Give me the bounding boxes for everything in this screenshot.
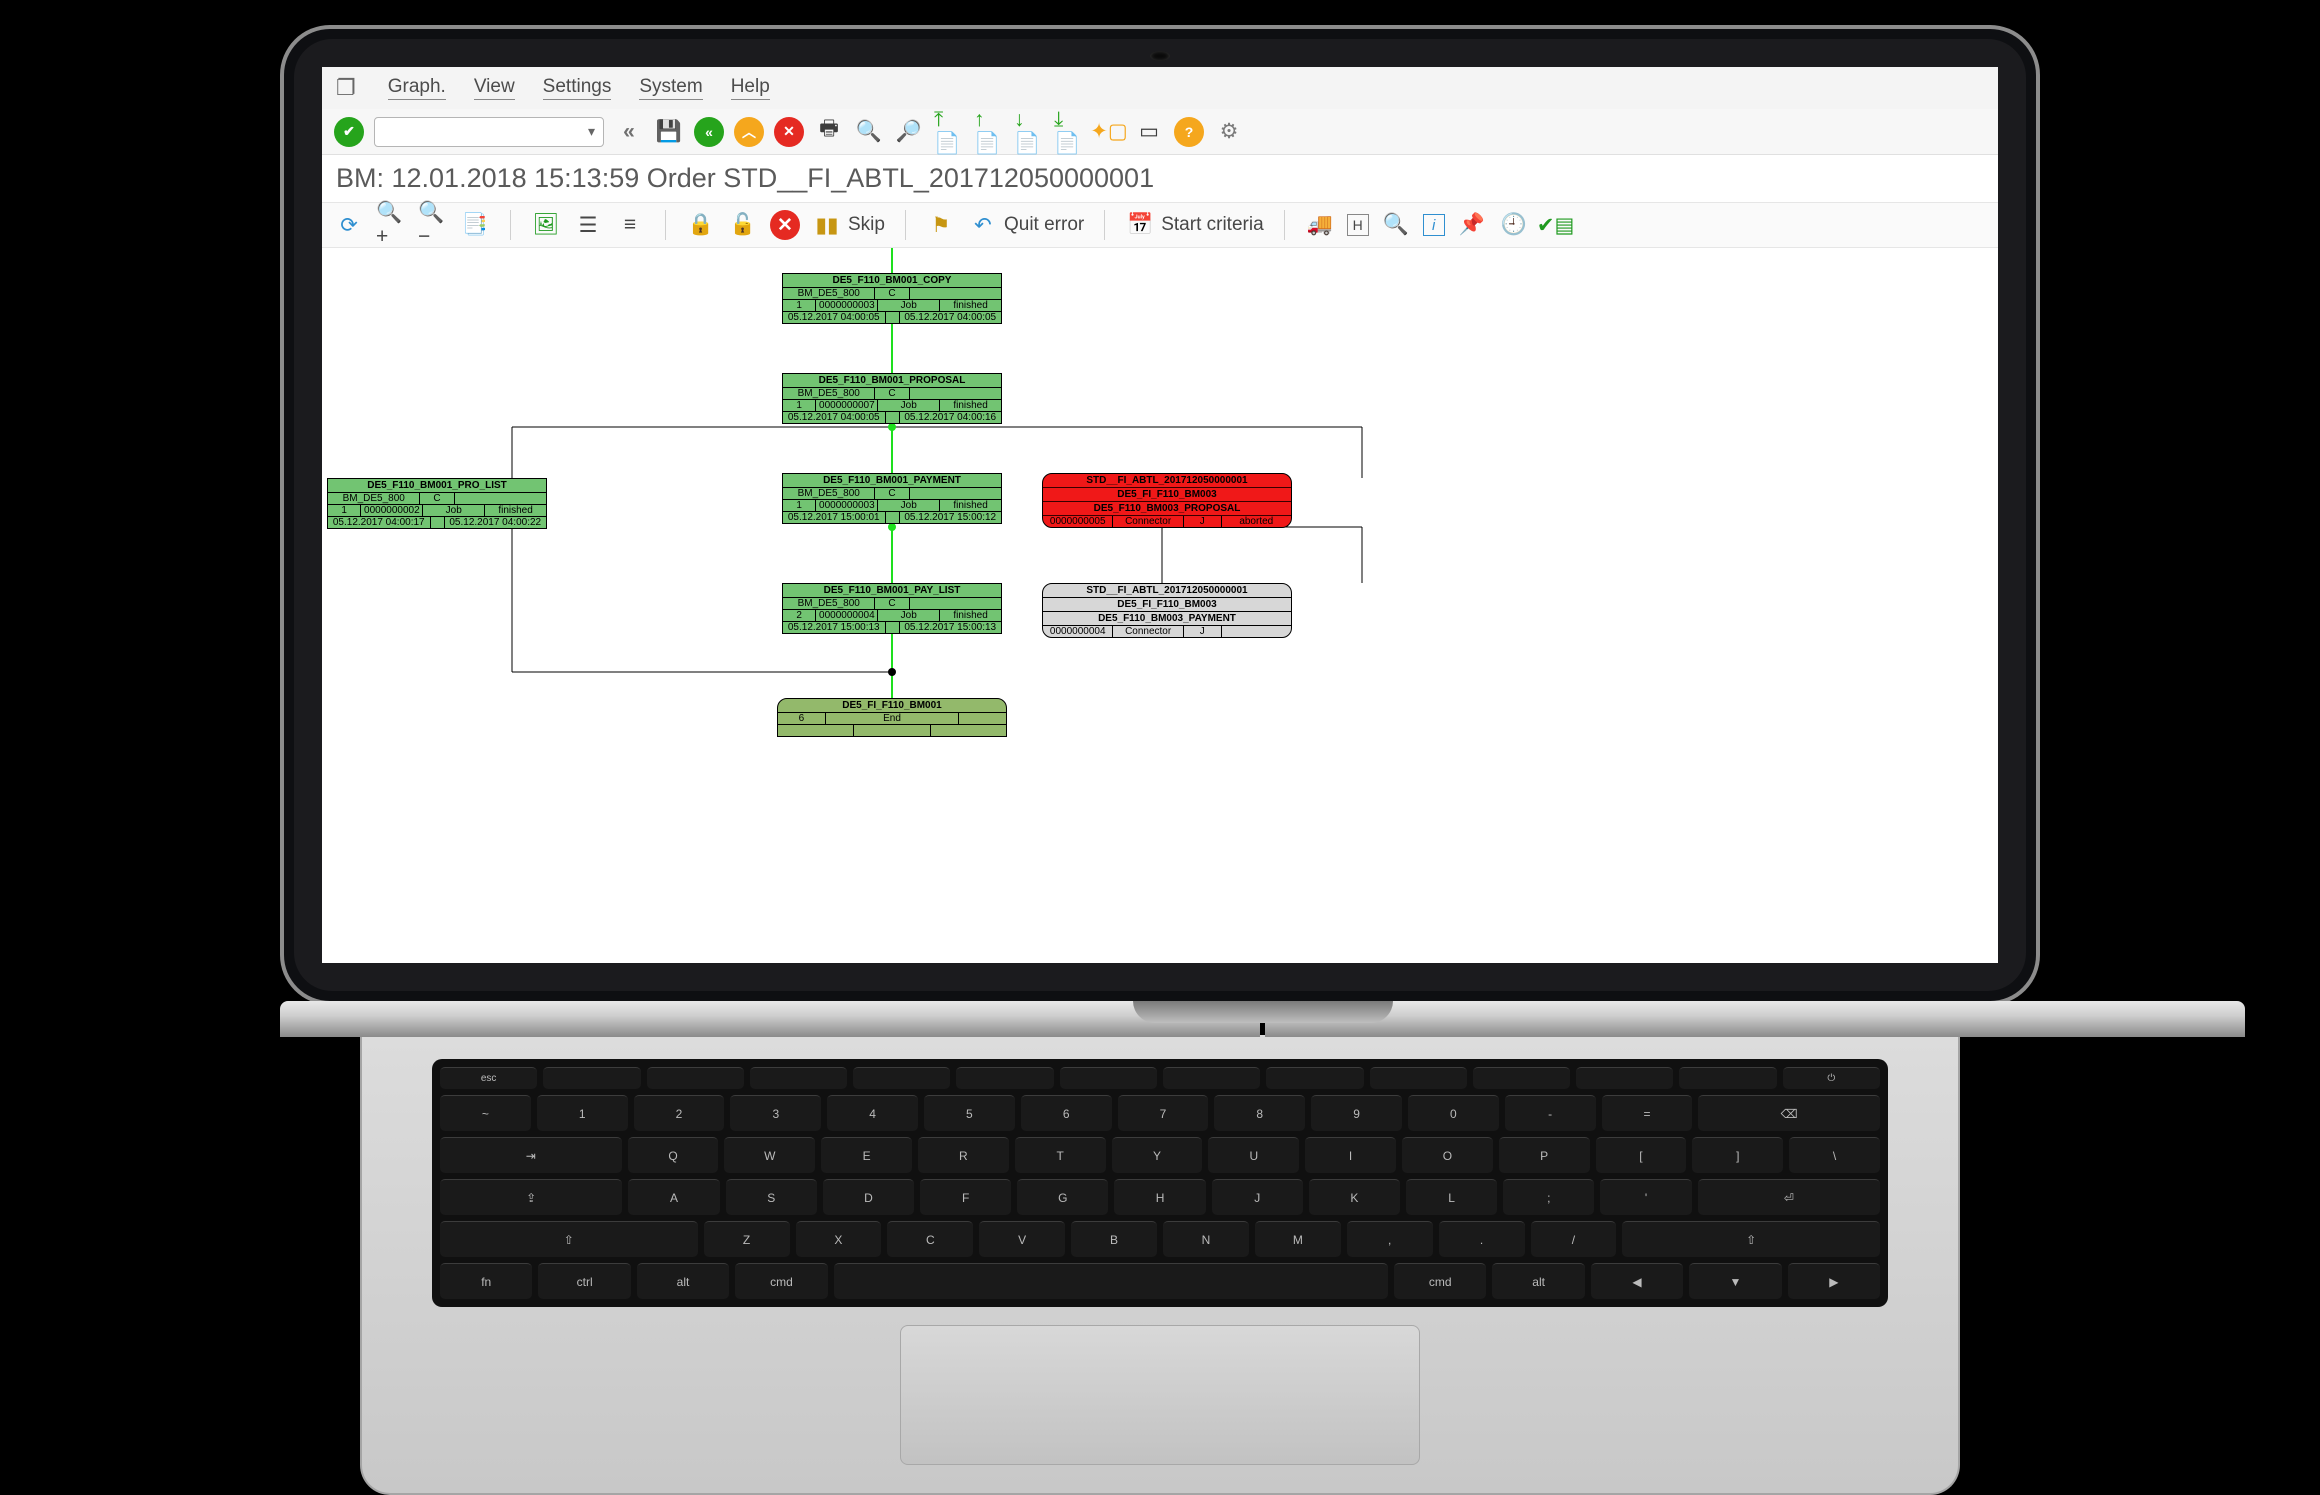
node-pro-list[interactable]: DE5_F110_BM001_PRO_LIST BM_DE5_800C 1000… bbox=[327, 478, 547, 529]
clock-icon[interactable]: 🕘 bbox=[1499, 210, 1529, 240]
laptop-hinge bbox=[280, 1001, 2245, 1037]
keyboard: esc⏻ ~1234567890-=⌫ ⇥QWERTYUIOP[]\ ⇪ASDF… bbox=[432, 1059, 1888, 1307]
node-copy[interactable]: DE5_F110_BM001_COPY BM_DE5_800C 10000000… bbox=[782, 273, 1002, 324]
help-round-icon[interactable]: ? bbox=[1174, 117, 1204, 147]
palette-icon[interactable]: 🖼 bbox=[531, 210, 561, 240]
node-title: DE5_F110_BM001_PAYMENT bbox=[783, 474, 1001, 488]
save-icon[interactable]: 💾 bbox=[654, 117, 684, 147]
node-payment[interactable]: DE5_F110_BM001_PAYMENT BM_DE5_800C 10000… bbox=[782, 473, 1002, 524]
breadcrumb-title: BM: 12.01.2018 15:13:59 Order STD__FI_AB… bbox=[322, 155, 1998, 202]
application-window: ❐ Graph. View Settings System Help ✔ ▾ «… bbox=[322, 67, 1998, 963]
node-connector-pending[interactable]: STD__FI_ABTL_201712050000001 DE5_FI_F110… bbox=[1042, 583, 1292, 638]
screen-black: ❐ Graph. View Settings System Help ✔ ▾ «… bbox=[284, 29, 2036, 1001]
node-title: DE5_F110_BM001_PROPOSAL bbox=[783, 374, 1001, 388]
flag-icon[interactable]: ⚑ bbox=[926, 210, 956, 240]
pin-icon[interactable]: 📌 bbox=[1457, 210, 1487, 240]
find-next-icon[interactable]: 🔎 bbox=[894, 117, 924, 147]
first-page-icon[interactable]: ⤒📄 bbox=[934, 117, 964, 147]
node-proposal[interactable]: DE5_F110_BM001_PROPOSAL BM_DE5_800C 1000… bbox=[782, 373, 1002, 424]
trackpad bbox=[900, 1325, 1420, 1465]
new-session-icon[interactable]: ✦▢ bbox=[1094, 117, 1124, 147]
start-criteria-label: Start criteria bbox=[1161, 214, 1263, 236]
zoom-in-icon[interactable]: 🔍+ bbox=[376, 210, 406, 240]
laptop-deck: esc⏻ ~1234567890-=⌫ ⇥QWERTYUIOP[]\ ⇪ASDF… bbox=[360, 1035, 1960, 1495]
node-end[interactable]: DE5_FI_F110_BM001 6End bbox=[777, 698, 1007, 737]
start-criteria-button[interactable]: 📅 Start criteria bbox=[1125, 210, 1263, 240]
command-combo[interactable]: ▾ bbox=[374, 117, 604, 147]
legend-icon[interactable]: 📑 bbox=[460, 210, 490, 240]
laptop-frame: ❐ Graph. View Settings System Help ✔ ▾ «… bbox=[280, 25, 2040, 1495]
node-title: STD__FI_ABTL_201712050000001 bbox=[1043, 584, 1291, 598]
separator bbox=[1104, 210, 1105, 240]
menu-help[interactable]: Help bbox=[731, 76, 770, 100]
layout-icon[interactable]: ▭ bbox=[1134, 117, 1164, 147]
separator bbox=[510, 210, 511, 240]
back-round-icon[interactable]: « bbox=[694, 117, 724, 147]
menu-view[interactable]: View bbox=[474, 76, 515, 100]
refresh-icon[interactable]: ⟳ bbox=[334, 210, 364, 240]
separator bbox=[905, 210, 906, 240]
separator bbox=[1284, 210, 1285, 240]
up-round-icon[interactable]: ︿ bbox=[734, 117, 764, 147]
find-icon[interactable]: 🔍 bbox=[854, 117, 884, 147]
secondary-toolbar: ⟳ 🔍+ 🔍− 📑 🖼 ☰ ≡ 🔒 🔓 ✕ ▮▮ Skip bbox=[322, 202, 1998, 248]
node-subtitle2: DE5_F110_BM003_PAYMENT bbox=[1043, 612, 1291, 626]
screen-bezel: ❐ Graph. View Settings System Help ✔ ▾ «… bbox=[294, 39, 2026, 991]
quit-error-label: Quit error bbox=[1004, 214, 1084, 236]
zoom-out-icon[interactable]: 🔍− bbox=[418, 210, 448, 240]
collapse-icon[interactable]: « bbox=[614, 117, 644, 147]
primary-toolbar: ✔ ▾ « 💾 « ︿ ✕ 🖶 🔍 🔎 ⤒📄 ↑📄 ↓📄 ⤓📄 bbox=[322, 109, 1998, 155]
separator bbox=[665, 210, 666, 240]
skip-button[interactable]: ▮▮ Skip bbox=[812, 210, 885, 240]
node-subtitle2: DE5_F110_BM003_PROPOSAL bbox=[1043, 502, 1291, 516]
lock-icon[interactable]: 🔒 bbox=[686, 210, 716, 240]
prev-page-icon[interactable]: ↑📄 bbox=[974, 117, 1004, 147]
unlock-icon[interactable]: 🔓 bbox=[728, 210, 758, 240]
menu-system[interactable]: System bbox=[639, 76, 702, 100]
node-title: DE5_F110_BM001_PRO_LIST bbox=[328, 479, 546, 493]
cancel-round-icon[interactable]: ✕ bbox=[774, 117, 804, 147]
history-icon[interactable]: H bbox=[1347, 214, 1369, 236]
print-icon[interactable]: 🖶 bbox=[814, 117, 844, 147]
node-title: DE5_FI_F110_BM001 bbox=[778, 699, 1006, 713]
screen-outer: ❐ Graph. View Settings System Help ✔ ▾ «… bbox=[280, 25, 2040, 1005]
skip-label: Skip bbox=[848, 214, 885, 236]
check-doc-icon[interactable]: ✔▤ bbox=[1541, 210, 1571, 240]
calendar-icon: 📅 bbox=[1125, 210, 1155, 240]
node-title: DE5_F110_BM001_PAY_LIST bbox=[783, 584, 1001, 598]
node-connector-aborted[interactable]: STD__FI_ABTL_201712050000001 DE5_FI_F110… bbox=[1042, 473, 1292, 528]
node-subtitle: DE5_FI_F110_BM003 bbox=[1043, 488, 1291, 502]
app-logo-icon: ❐ bbox=[336, 75, 356, 101]
menu-bar: ❐ Graph. View Settings System Help bbox=[322, 67, 1998, 109]
node-pay-list[interactable]: DE5_F110_BM001_PAY_LIST BM_DE5_800C 2000… bbox=[782, 583, 1002, 634]
settings-gear-icon[interactable]: ⚙ bbox=[1214, 117, 1244, 147]
menu-graph[interactable]: Graph. bbox=[388, 76, 446, 100]
truck-icon[interactable]: 🚚 bbox=[1305, 210, 1335, 240]
node-title: STD__FI_ABTL_201712050000001 bbox=[1043, 474, 1291, 488]
undo-icon: ↶ bbox=[968, 210, 998, 240]
align-left-icon[interactable]: ☰ bbox=[573, 210, 603, 240]
search-doc-icon[interactable]: 🔍 bbox=[1381, 210, 1411, 240]
skip-icon: ▮▮ bbox=[812, 210, 842, 240]
diagram-canvas[interactable]: DE5_F110_BM001_COPY BM_DE5_800C 10000000… bbox=[322, 248, 1998, 963]
quit-error-button[interactable]: ↶ Quit error bbox=[968, 210, 1084, 240]
node-title: DE5_F110_BM001_COPY bbox=[783, 274, 1001, 288]
accept-icon[interactable]: ✔ bbox=[334, 117, 364, 147]
last-page-icon[interactable]: ⤓📄 bbox=[1054, 117, 1084, 147]
menu-settings[interactable]: Settings bbox=[543, 76, 612, 100]
align-center-icon[interactable]: ≡ bbox=[615, 210, 645, 240]
webcam bbox=[1150, 51, 1170, 61]
chevron-down-icon: ▾ bbox=[588, 123, 595, 140]
info-icon[interactable]: i bbox=[1423, 214, 1445, 236]
next-page-icon[interactable]: ↓📄 bbox=[1014, 117, 1044, 147]
node-subtitle: DE5_FI_F110_BM003 bbox=[1043, 598, 1291, 612]
stop-icon[interactable]: ✕ bbox=[770, 210, 800, 240]
